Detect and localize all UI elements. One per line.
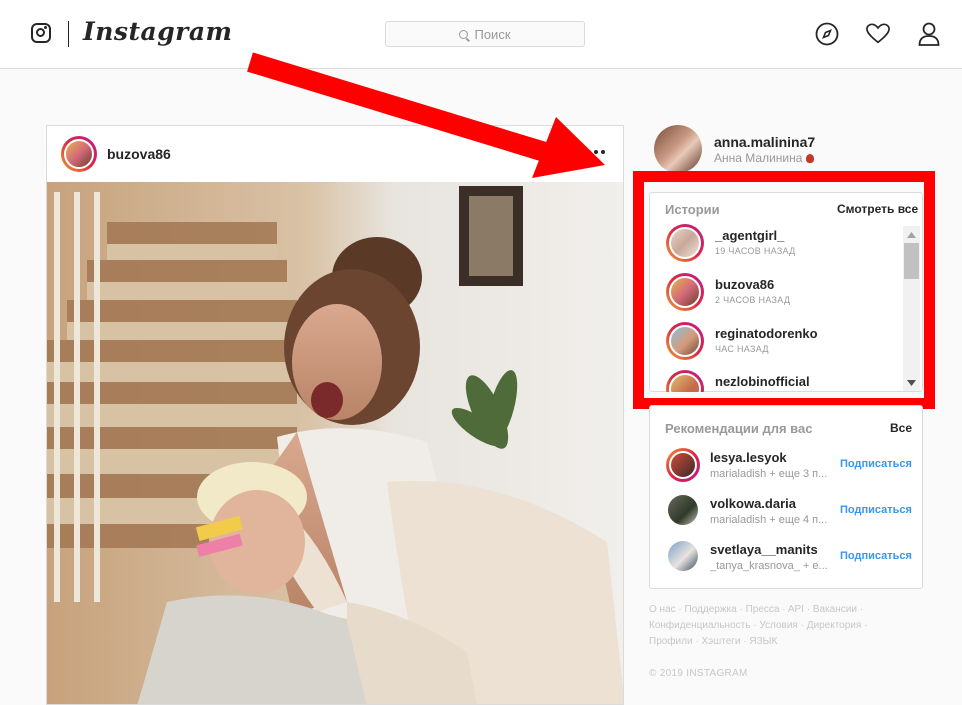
recommendation-item: lesya.lesyok marialadish + еще 3 п... По…	[666, 448, 916, 484]
instagram-logo-icon[interactable]	[31, 23, 51, 43]
recommendation-mutuals: _tanya_krasnova_ + е...	[710, 560, 828, 572]
post-author-avatar[interactable]	[61, 136, 97, 172]
search-placeholder: Поиск	[474, 26, 511, 42]
post-photo[interactable]	[47, 182, 623, 704]
more-dots-icon[interactable]	[587, 144, 607, 160]
follow-button[interactable]: Подписаться	[840, 458, 912, 470]
footer-link-language[interactable]: ЯЗЫК	[749, 636, 777, 647]
footer-link-press[interactable]: Прессa	[746, 604, 780, 615]
logo-divider	[68, 21, 69, 47]
recommendation-mutuals: marialadish + еще 4 п...	[710, 514, 828, 526]
footer-link-directory[interactable]: Директория	[807, 620, 862, 631]
feed-post: buzova86	[46, 125, 624, 705]
recommendations-title: Рекомендации для вас	[665, 421, 813, 436]
profile-person-icon[interactable]	[917, 22, 941, 46]
footer-link-about[interactable]: О нас	[649, 604, 676, 615]
recommendation-avatar[interactable]	[668, 541, 698, 571]
current-user-username[interactable]: anna.malinina7	[714, 134, 815, 150]
recommendation-username[interactable]: lesya.lesyok	[710, 450, 787, 465]
explore-compass-icon[interactable]	[815, 22, 839, 46]
search-input[interactable]: Поиск	[385, 21, 585, 47]
recommendations-see-all-link[interactable]: Все	[890, 421, 912, 435]
top-navigation-bar: Instagram Поиск	[0, 0, 962, 69]
follow-button[interactable]: Подписаться	[840, 550, 912, 562]
footer-link-profiles[interactable]: Профили	[649, 636, 693, 647]
rose-emoji-icon	[805, 154, 814, 163]
footer-copyright: © 2019 INSTAGRAM	[649, 668, 748, 679]
annotation-highlight-box	[633, 171, 935, 409]
instagram-wordmark[interactable]: Instagram	[83, 17, 233, 46]
follow-button[interactable]: Подписаться	[840, 504, 912, 516]
search-icon	[459, 29, 469, 39]
recommendation-item: volkowa.daria marialadish + еще 4 п... П…	[666, 494, 916, 530]
footer-link-jobs[interactable]: Вакансии	[813, 604, 857, 615]
current-user-avatar[interactable]	[654, 125, 702, 173]
footer-links: О нас · Поддержка · Прессa · API · Вакан…	[649, 604, 868, 647]
recommendation-item: svetlaya__manits _tanya_krasnova_ + е...…	[666, 540, 916, 576]
recommendation-username[interactable]: volkowa.daria	[710, 496, 796, 511]
footer-link-hashtags[interactable]: Хэштеги	[701, 636, 740, 647]
recommendation-avatar[interactable]	[666, 448, 700, 482]
footer-link-terms[interactable]: Условия	[759, 620, 798, 631]
footer-link-support[interactable]: Поддержка	[685, 604, 737, 615]
footer-link-api[interactable]: API	[788, 604, 804, 615]
post-header: buzova86	[47, 126, 623, 183]
recommendation-username[interactable]: svetlaya__manits	[710, 542, 818, 557]
post-author-username[interactable]: buzova86	[107, 146, 171, 162]
recommendation-avatar[interactable]	[668, 495, 698, 525]
activity-heart-icon[interactable]	[866, 22, 890, 46]
current-user-full-name: Анна Малинина	[714, 151, 814, 165]
recommendation-mutuals: marialadish + еще 3 п...	[710, 468, 828, 480]
footer-link-privacy[interactable]: Конфиденциальность	[649, 620, 750, 631]
